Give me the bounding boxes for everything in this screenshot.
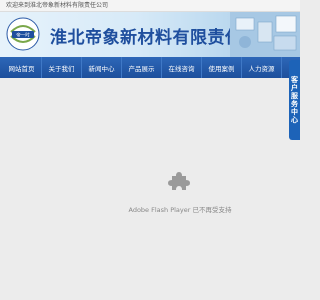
site-header: 帝一时 淮北帝象新材料有限责任公司 bbox=[0, 12, 300, 57]
flash-unsupported-message: Adobe Flash Player 已不再受支持 bbox=[128, 206, 232, 214]
nav-home[interactable]: 网站首页 bbox=[2, 57, 42, 78]
welcome-text: 欢迎来到淮北帝象新材料有限责任公司 bbox=[6, 2, 109, 9]
nav-cases[interactable]: 使用案例 bbox=[202, 57, 242, 78]
top-bar: 欢迎来到淮北帝象新材料有限责任公司 bbox=[0, 0, 300, 12]
main-content: Adobe Flash Player 已不再受支持 bbox=[0, 78, 300, 300]
nav-products[interactable]: 产品展示 bbox=[122, 57, 162, 78]
logo-text: 帝一时 bbox=[16, 32, 30, 39]
main-navigation: 网站首页 关于我们 新闻中心 产品展示 在线咨询 使用案例 人力资源 bbox=[0, 57, 300, 78]
plugin-puzzle-icon bbox=[168, 172, 190, 190]
nav-about[interactable]: 关于我们 bbox=[42, 57, 82, 78]
company-logo[interactable]: 帝一时 bbox=[5, 16, 41, 52]
nav-news[interactable]: 新闻中心 bbox=[82, 57, 122, 78]
nav-consult[interactable]: 在线咨询 bbox=[162, 57, 202, 78]
customer-service-label: 客户服务中心 bbox=[290, 76, 299, 124]
customer-service-tab[interactable]: 客户服务中心 bbox=[289, 60, 300, 140]
flash-placeholder: Adobe Flash Player 已不再受支持 bbox=[0, 78, 300, 300]
header-decoration-image bbox=[230, 12, 300, 57]
nav-hr[interactable]: 人力资源 bbox=[242, 57, 282, 78]
